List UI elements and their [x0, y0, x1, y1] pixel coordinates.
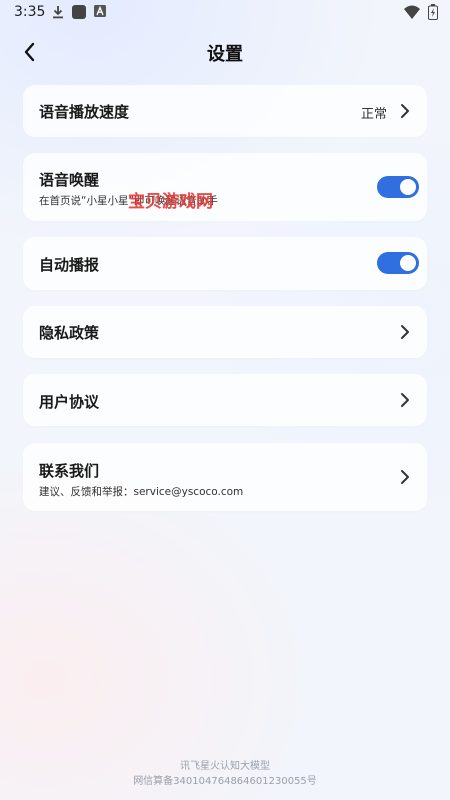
download-icon	[53, 6, 63, 19]
toggle-knob	[400, 179, 416, 195]
voice-wake-toggle[interactable]	[377, 176, 419, 198]
footer-model-name: 讯飞星火认知大模型	[180, 761, 270, 772]
privacy-policy-item[interactable]: 隐私政策	[23, 306, 427, 358]
auto-play-item: 自动播报	[23, 237, 427, 290]
contact-us-item[interactable]: 联系我们 建议、反馈和举报：service@yscoco.com	[23, 443, 427, 511]
voice-wake-label: 语音唤醒	[39, 171, 100, 189]
chevron-right-icon	[401, 325, 409, 339]
chevron-right-icon	[401, 104, 409, 118]
voice-wake-item: 语音唤醒 在首页说“小星小星”即可唤醒语音助手	[23, 153, 427, 221]
wifi-icon	[404, 5, 420, 19]
title-bar: 设置	[0, 32, 450, 72]
contact-us-label: 联系我们	[39, 462, 100, 480]
user-agreement-label: 用户协议	[39, 393, 100, 411]
auto-play-toggle[interactable]	[377, 252, 419, 274]
auto-play-label: 自动播报	[39, 256, 100, 274]
chevron-right-icon	[401, 393, 409, 407]
toggle-knob	[400, 255, 416, 271]
chevron-right-icon	[401, 470, 409, 484]
footer-registration: 网信算备340104764864601230055号	[133, 776, 317, 787]
app-square-icon	[72, 5, 86, 19]
status-time: 3:35	[14, 4, 46, 20]
battery-icon	[428, 4, 438, 20]
app-a-icon	[94, 5, 106, 17]
user-agreement-item[interactable]: 用户协议	[23, 374, 427, 426]
page-title: 设置	[207, 44, 243, 65]
contact-us-description: 建议、反馈和举报：service@yscoco.com	[39, 486, 244, 498]
speech-speed-value: 正常	[360, 107, 387, 122]
status-bar: 3:35	[0, 0, 450, 24]
privacy-policy-label: 隐私政策	[39, 324, 100, 342]
watermark: 宝贝游戏网	[128, 192, 213, 212]
speech-speed-label: 语音播放速度	[39, 103, 130, 121]
speech-speed-item[interactable]: 语音播放速度 正常	[23, 85, 427, 137]
